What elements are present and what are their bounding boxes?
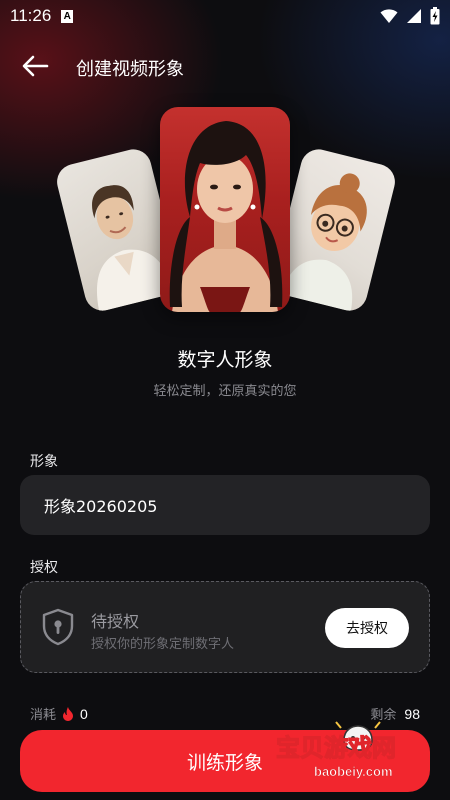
feature-title: 数字人形象	[177, 349, 273, 371]
status-icons	[380, 7, 440, 25]
authorize-button[interactable]: 去授权	[325, 608, 409, 648]
auth-description: 授权你的形象定制数字人	[91, 637, 235, 652]
battery-icon	[430, 7, 440, 25]
cost-row: 消耗 0	[30, 704, 88, 724]
train-image-button-label: 训练形象	[186, 751, 263, 774]
young-woman-portrait	[160, 107, 290, 312]
watermark-logo: 宝贝游戏网 baobeiy.com	[275, 721, 397, 779]
feature-subtitle: 轻松定制，还原真实的您	[153, 384, 297, 399]
cost-label: 消耗	[30, 708, 57, 723]
svg-text:宝贝游戏网: 宝贝游戏网	[276, 734, 396, 762]
header: 创建视频形象	[0, 45, 450, 87]
status-bar: 11:26 A	[0, 0, 450, 32]
auth-label: 授权	[30, 560, 58, 576]
cost-value: 0	[80, 705, 88, 722]
auth-card: 待授权 授权你的形象定制数字人 去授权	[20, 581, 430, 673]
image-label: 形象	[30, 454, 58, 470]
svg-text:baobeiy.com: baobeiy.com	[314, 764, 393, 779]
shield-lock-icon	[42, 608, 74, 646]
status-time: 11:26	[10, 6, 52, 25]
image-name-field[interactable]: 形象20260205	[20, 475, 430, 535]
wifi-icon	[380, 9, 398, 23]
page-title: 创建视频形象	[76, 59, 184, 80]
avatar-showcase	[0, 100, 450, 320]
arrow-left-icon[interactable]	[20, 54, 50, 78]
notification-badge: A	[61, 9, 74, 23]
signal-icon	[407, 9, 421, 23]
flame-icon	[63, 706, 74, 721]
auth-status: 待授权	[91, 612, 140, 631]
